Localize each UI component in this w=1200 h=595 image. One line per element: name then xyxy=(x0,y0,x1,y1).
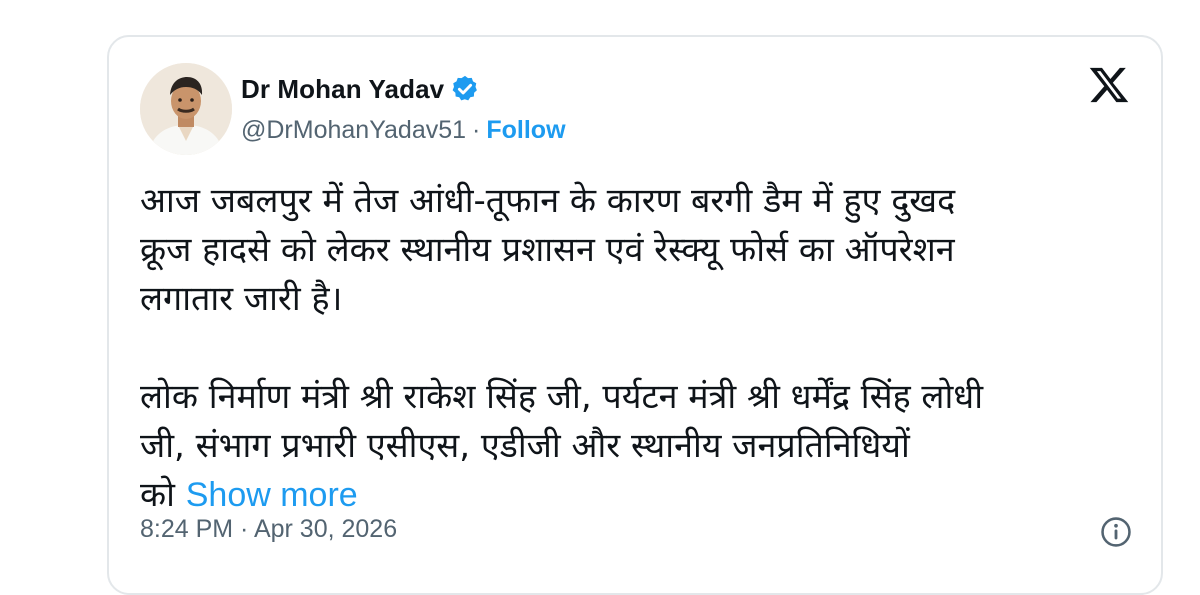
author-handle-row: @DrMohanYadav51 · Follow xyxy=(241,113,566,147)
tweet-text: आज जबलपुर में तेज आंधी-तूफान के कारण बरग… xyxy=(140,177,1140,520)
verified-badge-icon xyxy=(450,74,480,104)
show-more-link[interactable]: Show more xyxy=(186,476,358,514)
separator-dot: · xyxy=(472,115,481,144)
x-logo-icon[interactable] xyxy=(1087,64,1131,106)
tweet-paragraph: आज जबलपुर में तेज आंधी-तूफान के कारण बरग… xyxy=(140,181,956,319)
author-name[interactable]: Dr Mohan Yadav xyxy=(241,74,444,105)
tweet-paragraph-with-more: लोक निर्माण मंत्री श्री राकेश सिंह जी, प… xyxy=(140,373,1140,520)
author-name-row: Dr Mohan Yadav xyxy=(241,71,480,107)
avatar[interactable] xyxy=(140,63,232,155)
tweet-timestamp[interactable]: 8:24 PM · Apr 30, 2026 xyxy=(140,515,397,544)
author-handle[interactable]: @DrMohanYadav51 xyxy=(241,116,466,145)
info-icon[interactable] xyxy=(1099,515,1133,549)
tweet-card: Dr Mohan Yadav @DrMohanYadav51 · Follow … xyxy=(107,35,1163,595)
follow-button[interactable]: Follow xyxy=(486,116,565,145)
